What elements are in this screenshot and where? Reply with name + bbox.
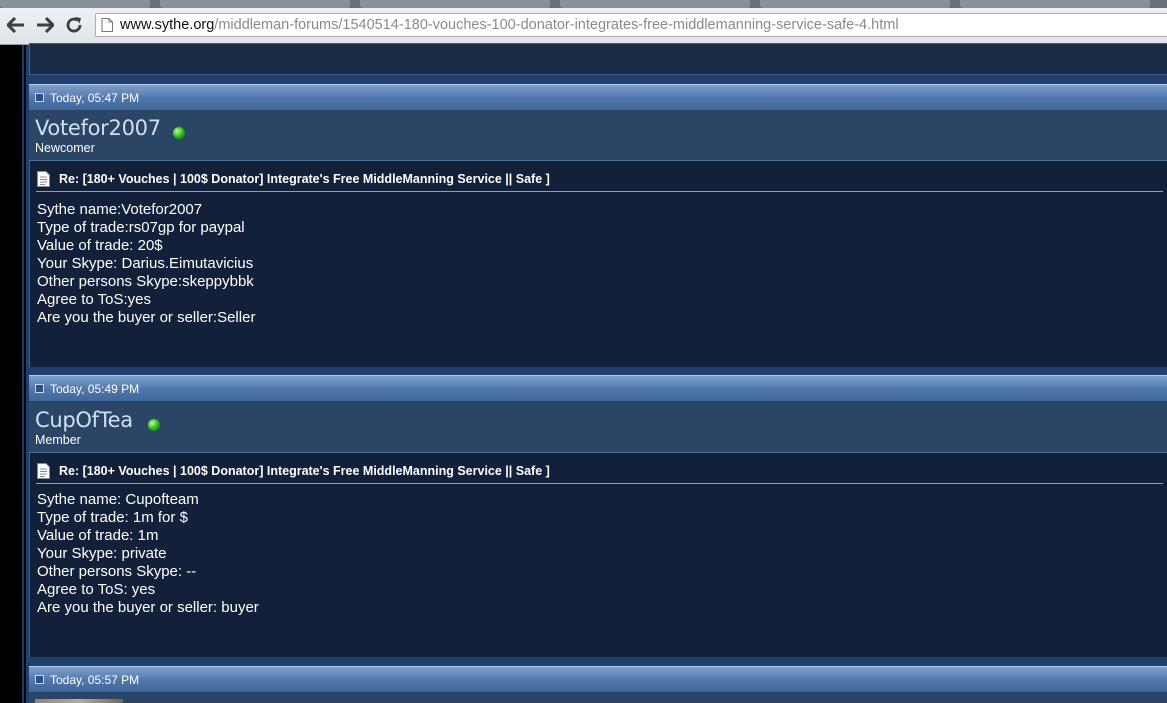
browser-tab[interactable]	[560, 0, 750, 8]
post-subject-text: Re: [180+ Vouches | 100$ Donator] Integr…	[59, 464, 550, 478]
post-user-band: Votefor2007 Newcomer	[29, 110, 1167, 161]
online-status-icon	[173, 127, 185, 139]
message-line: Other persons Skype: --	[37, 563, 197, 580]
browser-tab[interactable]	[760, 0, 950, 8]
forward-button[interactable]	[34, 14, 56, 36]
online-status-icon	[148, 419, 160, 431]
post-date-band: Today, 05:57 PM	[29, 666, 1167, 692]
message-line: Value of trade: 1m	[37, 527, 159, 544]
url-text: www.sythe.org/middleman-forums/1540514-1…	[120, 17, 899, 33]
reload-icon	[66, 17, 82, 33]
message-line: Value of trade: 20$	[37, 237, 163, 254]
left-rail	[0, 45, 24, 703]
avatar[interactable]	[35, 699, 123, 703]
user-title: Member	[35, 433, 81, 447]
post-icon	[35, 93, 44, 102]
post-body: Re: [180+ Vouches | 100$ Donator] Integr…	[29, 161, 1167, 367]
post-subject-text: Re: [180+ Vouches | 100$ Donator] Integr…	[59, 172, 550, 186]
browser-tab[interactable]	[960, 0, 1150, 8]
message-line: Are you the buyer or seller:Seller	[37, 309, 256, 326]
browser-tab[interactable]	[0, 0, 150, 8]
post-subject: Re: [180+ Vouches | 100$ Donator] Integr…	[36, 167, 1163, 192]
post-date: Today, 05:49 PM	[50, 381, 140, 396]
post-message: Sythe name:Votefor2007 Type of trade:rs0…	[37, 201, 255, 327]
post-icon	[35, 384, 44, 393]
arrow-right-icon	[37, 17, 54, 33]
browser-toolbar: www.sythe.org/middleman-forums/1540514-1…	[0, 8, 1167, 45]
username-link[interactable]: Votefor2007	[35, 116, 161, 140]
reload-button[interactable]	[63, 14, 85, 36]
message-line: Your Skype: private	[37, 545, 167, 562]
message-line: Type of trade:rs07gp for paypal	[37, 219, 245, 236]
post-message: Sythe name: Cupofteam Type of trade: 1m …	[37, 491, 259, 617]
message-line: Agree to ToS: yes	[37, 581, 156, 598]
user-title: Newcomer	[35, 141, 95, 155]
message-line: Sythe name:Votefor2007	[37, 201, 203, 218]
username-link[interactable]: CupOfTea	[35, 408, 133, 432]
tab-strip	[0, 0, 1167, 8]
post-user-band: CupOfTea Member	[29, 402, 1167, 453]
browser-tab[interactable]	[160, 0, 350, 8]
url-path: /middleman-forums/1540514-180-vouches-10…	[214, 17, 899, 33]
browser-tab[interactable]	[360, 0, 550, 8]
message-line: Other persons Skype:skeppybbk	[37, 273, 254, 290]
post-date: Today, 05:47 PM	[50, 90, 140, 105]
message-line: Are you the buyer or seller: buyer	[37, 599, 259, 616]
document-icon	[37, 463, 50, 479]
message-line: Agree to ToS:yes	[37, 291, 151, 308]
forum-page: Today, 05:47 PM Votefor2007 Newcomer Re:…	[0, 43, 1167, 703]
post-user-band	[29, 693, 1167, 703]
arrow-left-icon	[7, 17, 24, 33]
message-line: Sythe name: Cupofteam	[37, 491, 199, 508]
document-icon	[37, 171, 50, 187]
previous-post-tail	[29, 43, 1167, 75]
post-date-band: Today, 05:49 PM	[29, 375, 1167, 401]
post-body: Re: [180+ Vouches | 100$ Donator] Integr…	[29, 453, 1167, 657]
message-line: Your Skype: Darius.Eimutavicius	[37, 255, 254, 272]
address-bar[interactable]: www.sythe.org/middleman-forums/1540514-1…	[95, 13, 1167, 37]
page-icon	[101, 18, 113, 32]
post-subject: Re: [180+ Vouches | 100$ Donator] Integr…	[36, 459, 1163, 484]
message-line: Type of trade: 1m for $	[37, 509, 188, 526]
back-button[interactable]	[5, 14, 27, 36]
post-icon	[35, 675, 44, 684]
url-host: www.sythe.org	[120, 17, 215, 33]
post-date: Today, 05:57 PM	[50, 672, 140, 687]
thread-content: Today, 05:47 PM Votefor2007 Newcomer Re:…	[26, 43, 1167, 703]
post-date-band: Today, 05:47 PM	[29, 84, 1167, 110]
